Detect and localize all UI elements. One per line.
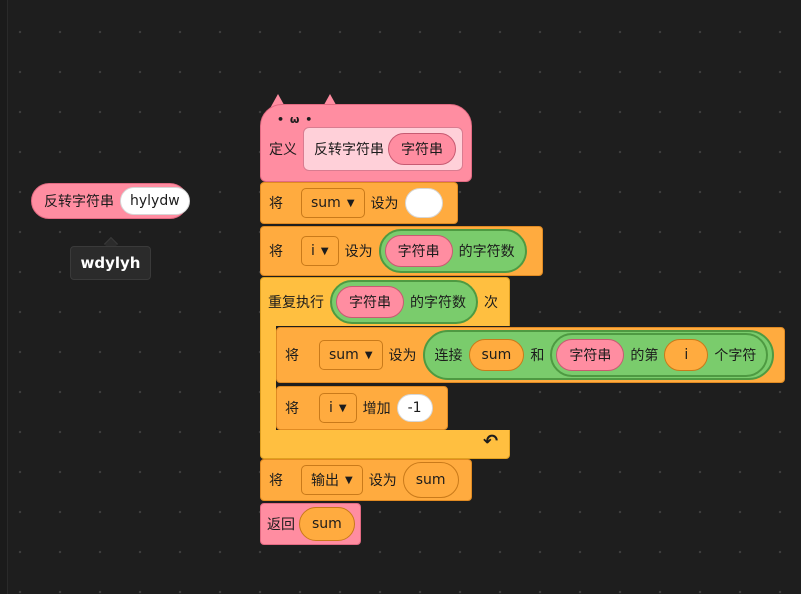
caret-down-icon: ▼ [346, 197, 355, 209]
set-i-length-block[interactable]: 将 i ▼ 设为 字符串 的字符数 [260, 226, 543, 276]
variable-dropdown-output[interactable]: 输出 ▼ [301, 465, 363, 495]
workspace-left-edge [0, 0, 8, 594]
repeat-block-header: 重复执行 字符串 的字符数 次 [261, 278, 504, 326]
to-label: 设为 [370, 196, 399, 212]
loop-arrow-icon: ↶ [483, 431, 499, 452]
times-label: 次 [484, 295, 498, 311]
caret-down-icon: ▼ [320, 245, 329, 257]
variable-dropdown-sum[interactable]: sum ▼ [301, 188, 365, 218]
set-sum-empty-block[interactable]: 将 sum ▼ 设为 [260, 182, 458, 224]
caret-down-icon: ▼ [338, 402, 347, 414]
dropdown-value: sum [311, 195, 341, 211]
change-value-input[interactable]: -1 [396, 394, 433, 422]
set-label: 将 [269, 473, 283, 489]
call-block-label: 反转字符串 [44, 194, 114, 210]
set-sum-join-block[interactable]: 将 sum ▼ 设为 连接 sum 和 字符串 的第 i 个字符 [276, 327, 785, 383]
change-i-block[interactable]: 将 i ▼ 增加 -1 [276, 386, 448, 430]
repeat-count-reporter[interactable]: 字符串 的字符数 [330, 280, 478, 324]
dropdown-value: i [311, 243, 315, 259]
length-label: 的字符数 [458, 244, 515, 260]
to-label: 设为 [368, 473, 397, 489]
define-name: 反转字符串 [314, 142, 384, 158]
string-param-reporter[interactable]: 字符串 [384, 235, 453, 267]
change-set-label: 将 [285, 401, 299, 417]
define-param-string[interactable]: 字符串 [388, 133, 456, 165]
variable-dropdown-i[interactable]: i ▼ [301, 236, 339, 266]
variable-dropdown-sum[interactable]: sum ▼ [319, 340, 383, 370]
to-label: 设为 [388, 348, 417, 364]
join-reporter[interactable]: 连接 sum 和 字符串 的第 i 个字符 [422, 330, 775, 380]
sum-variable-reporter[interactable]: sum [402, 462, 459, 498]
length-of-reporter[interactable]: 字符串 的字符数 [378, 229, 527, 273]
i-variable-reporter[interactable]: i [664, 339, 709, 371]
dropdown-value: 输出 [311, 473, 339, 489]
dropdown-value: i [329, 400, 333, 416]
sum-variable-reporter[interactable]: sum [468, 339, 525, 371]
length-label: 的字符数 [410, 295, 466, 311]
caret-down-icon: ▼ [345, 474, 353, 486]
return-label: 返回 [267, 517, 295, 533]
letter-of-reporter[interactable]: 字符串 的第 i 个字符 [550, 333, 769, 377]
set-label: 将 [285, 348, 299, 364]
to-label: 设为 [344, 244, 373, 260]
change-by-label: 增加 [362, 401, 391, 417]
string-param-reporter[interactable]: 字符串 [556, 339, 625, 371]
result-tooltip: wdylyh [70, 246, 151, 280]
letter-of-label: 的第 [630, 348, 659, 364]
and-label: 和 [530, 348, 545, 364]
set-label: 将 [269, 196, 283, 212]
sum-variable-reporter[interactable]: sum [299, 507, 355, 541]
define-keyword: 定义 [269, 142, 297, 158]
cat-face-icon: • ω • [277, 113, 314, 126]
variable-dropdown-i[interactable]: i ▼ [319, 393, 357, 423]
repeat-label: 重复执行 [268, 295, 324, 311]
join-label: 连接 [434, 348, 463, 364]
set-output-block[interactable]: 将 输出 ▼ 设为 sum [260, 459, 472, 501]
call-block-reverse-string[interactable]: 反转字符串 hylydw [31, 183, 190, 219]
dropdown-value: sum [329, 347, 359, 363]
set-label: 将 [269, 244, 283, 260]
return-block[interactable]: 返回 sum [260, 503, 361, 545]
string-param-reporter[interactable]: 字符串 [336, 286, 404, 318]
caret-down-icon: ▼ [364, 349, 373, 361]
value-input-empty[interactable] [404, 188, 443, 218]
character-label: 个字符 [714, 348, 757, 364]
call-block-arg-input[interactable]: hylydw [120, 187, 190, 215]
define-prototype[interactable]: 反转字符串 字符串 [303, 127, 463, 171]
define-block[interactable]: • ω • 定义 反转字符串 字符串 [260, 104, 472, 182]
